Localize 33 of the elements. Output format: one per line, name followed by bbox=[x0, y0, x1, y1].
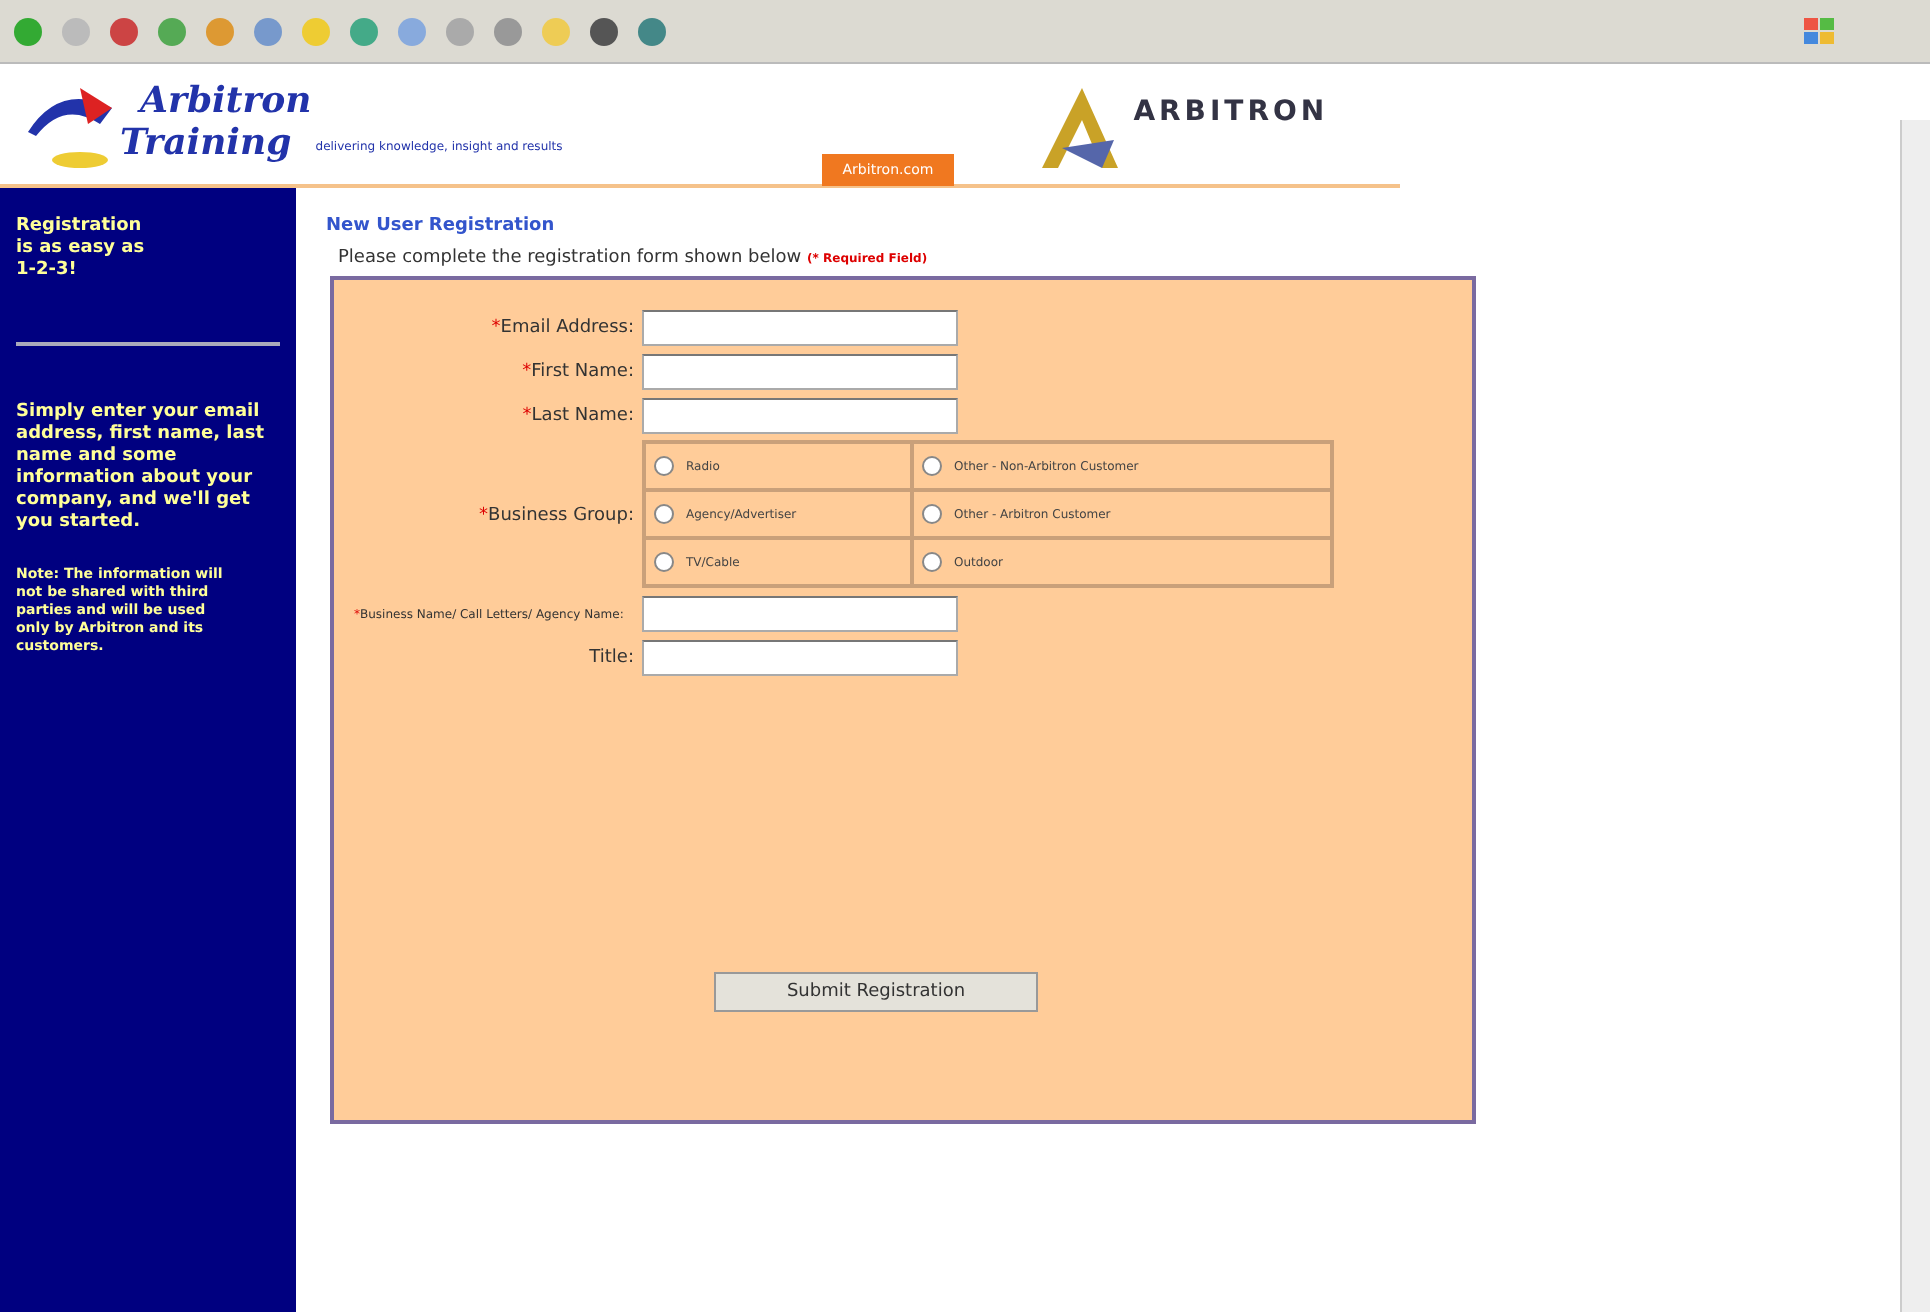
radio-button[interactable] bbox=[922, 456, 942, 476]
logo-text: Arbitron bbox=[140, 80, 312, 122]
required-mark: * bbox=[491, 318, 501, 338]
input-field[interactable] bbox=[642, 310, 958, 346]
required-mark: * bbox=[522, 362, 532, 382]
field-label: Last Name: bbox=[531, 406, 634, 426]
field-label: Email Address: bbox=[500, 318, 634, 338]
required-mark: * bbox=[522, 406, 532, 426]
input-field[interactable] bbox=[642, 354, 958, 390]
submit-button[interactable]: Submit Registration bbox=[714, 972, 1038, 1012]
field-label: Title: bbox=[589, 648, 634, 668]
radio-button[interactable] bbox=[654, 552, 674, 572]
field-label: First Name: bbox=[531, 362, 634, 382]
radio-button[interactable] bbox=[654, 456, 674, 476]
field-label: Business Group: bbox=[488, 505, 634, 525]
toolbar-icon[interactable] bbox=[636, 15, 668, 47]
sidebar-headline: Registration is as easy as 1-2-3! bbox=[16, 216, 147, 282]
instruction-text: Please complete the registration form shown below bbox=[338, 248, 802, 268]
logo-text: Training bbox=[120, 122, 294, 164]
brand-name: ARBITRON bbox=[1133, 96, 1329, 128]
input-field[interactable] bbox=[642, 640, 958, 676]
input-field[interactable] bbox=[642, 596, 958, 632]
toolbar-icon[interactable] bbox=[588, 15, 620, 47]
radio-button[interactable] bbox=[922, 504, 942, 524]
windows-flag-icon bbox=[1802, 15, 1838, 47]
sidebar-intro: Simply enter your email address, first name, last name and some information about your company, and we'll get you started. bbox=[16, 402, 267, 534]
required-mark: * bbox=[479, 505, 489, 525]
radio-button[interactable] bbox=[922, 552, 942, 572]
input-field[interactable] bbox=[642, 398, 958, 434]
radio-button[interactable] bbox=[654, 504, 674, 524]
toolbar-icon[interactable] bbox=[108, 15, 140, 47]
scrollbar[interactable] bbox=[1900, 120, 1930, 1312]
form-title: New User Registration bbox=[326, 216, 557, 236]
